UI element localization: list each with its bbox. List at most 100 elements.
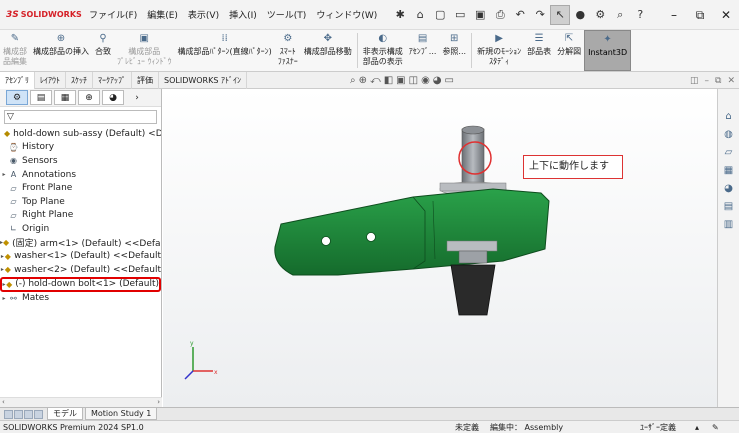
move-component-button[interactable]: ✥ 構成部品移動 [301, 30, 355, 71]
tree-item[interactable]: ▸ ◆ (固定) arm<1> (Default) <<Defau [0, 236, 161, 250]
solidworks-logo[interactable]: 3S SOLIDWORKS [6, 10, 84, 20]
tab-motion-study[interactable]: Motion Study 1 [85, 408, 158, 420]
display-style-icon[interactable]: ◫ [409, 75, 418, 86]
menu-edit[interactable]: 編集(E) [142, 8, 183, 21]
tree-item[interactable]: ▸ ⚯ Mates [0, 292, 161, 306]
tab-sketch[interactable]: ｽｹｯﾁ [66, 71, 93, 89]
previous-view-icon[interactable]: ⤺ [370, 75, 381, 86]
first-tab-icon[interactable] [4, 409, 13, 419]
viewport-restore-icon[interactable]: ◫ [690, 76, 699, 86]
minimize-button[interactable]: – [661, 8, 687, 22]
zoom-area-icon[interactable]: ⊕ [359, 75, 367, 86]
tab-model[interactable]: モデル [47, 408, 83, 420]
new-icon[interactable]: ▢ [430, 5, 450, 25]
tree-item[interactable]: ▸ A Annotations [0, 168, 161, 182]
section-view-icon[interactable]: ◧ [384, 75, 393, 86]
select-icon[interactable]: ↖ [550, 4, 571, 25]
print-icon[interactable]: ⎙ [490, 5, 510, 25]
instant3d-button[interactable]: ✦ Instant3D [584, 30, 632, 71]
tree-item[interactable]: ▸ ◆ washer<1> (Default) <<Default [0, 249, 161, 263]
tree-item[interactable]: ∟ Origin [0, 222, 161, 236]
tree-item[interactable]: ◉ Sensors [0, 154, 161, 168]
configuration-manager-tab-icon[interactable]: ▦ [54, 90, 76, 105]
exploded-view-button[interactable]: ⇱ 分解図 [554, 30, 584, 71]
properties-icon[interactable]: ▤ [722, 199, 736, 213]
display-manager-tab-icon[interactable]: ◕ [102, 90, 124, 105]
arm-part[interactable] [274, 188, 550, 276]
undo-icon[interactable]: ↶ [510, 5, 530, 25]
assembly-features-button[interactable]: ▤ ｱｾﾝﾌﾞ... [406, 30, 440, 71]
appearance-icon[interactable]: ◕ [433, 75, 442, 86]
menu-window[interactable]: ウィンドウ(W) [311, 8, 382, 21]
last-tab-icon[interactable] [34, 409, 43, 419]
home-icon[interactable]: ⌂ [722, 109, 736, 123]
home-icon[interactable]: ⌂ [410, 5, 430, 25]
smart-fasteners-button[interactable]: ⚙ ｽﾏｰﾄ ﾌｧｽﾅｰ [275, 30, 301, 71]
tree-item[interactable]: ▱ Top Plane [0, 195, 161, 209]
tab-addins[interactable]: SOLIDWORKS ｱﾄﾞｲﾝ [159, 71, 247, 89]
close-button[interactable]: ✕ [713, 8, 739, 22]
insert-component-button[interactable]: ⊕ 構成部品の挿入 [30, 30, 92, 71]
options-icon[interactable]: ⚙ [590, 5, 610, 25]
washer-lower[interactable] [446, 240, 498, 252]
zoom-to-fit-icon[interactable]: ⌕ [350, 75, 356, 86]
redo-icon[interactable]: ↷ [530, 5, 550, 25]
tab-evaluate[interactable]: 評価 [132, 71, 159, 89]
mate-button[interactable]: ⚲ 合致 [92, 30, 114, 71]
linear-pattern-button[interactable]: ⁞⁞ 構成部品ﾊﾟﾀｰﾝ(直線ﾊﾟﾀｰﾝ) [175, 30, 275, 71]
tree-root[interactable]: ◆ hold-down sub-assy (Default) <Defa [0, 127, 161, 141]
help-icon[interactable]: ? [630, 5, 650, 25]
bill-of-materials-button[interactable]: ☰ 部品表 [524, 30, 554, 71]
tree-item[interactable]: ⌚ History [0, 141, 161, 155]
panel-expand-icon[interactable]: › [126, 90, 148, 105]
expand-arrow-icon[interactable]: ▸ [0, 295, 8, 302]
status-units[interactable]: ﾕｰｻﾞｰ定義 [640, 422, 676, 433]
horizontal-scrollbar[interactable]: ‹ › [0, 397, 162, 407]
rubber-foot[interactable] [450, 264, 496, 316]
tree-item[interactable]: ▸ ◆ washer<2> (Default) <<Default [0, 263, 161, 277]
tree-item[interactable]: ▱ Right Plane [0, 209, 161, 223]
feature-tree-tab-icon[interactable]: ⚙ [6, 90, 28, 105]
library-icon[interactable]: ▥ [722, 217, 736, 231]
expand-arrow-icon[interactable]: ▸ [0, 171, 8, 178]
graphics-viewport[interactable]: x y [163, 89, 717, 407]
viewport-maximize-icon[interactable]: ⧉ [715, 76, 721, 86]
assembly-model[interactable]: x y [163, 89, 717, 407]
menu-tools[interactable]: ツール(T) [262, 8, 312, 21]
menu-file[interactable]: ファイル(F) [84, 8, 142, 21]
menu-insert[interactable]: 挿入(I) [224, 8, 262, 21]
property-manager-tab-icon[interactable]: ▤ [30, 90, 52, 105]
scroll-right-icon[interactable]: › [157, 398, 160, 407]
view-orientation-icon[interactable]: ▣ [396, 75, 405, 86]
appearances-icon[interactable]: ◕ [722, 181, 736, 195]
tree-item[interactable]: ▱ Front Plane [0, 181, 161, 195]
dimxpert-tab-icon[interactable]: ⊕ [78, 90, 100, 105]
tree-item[interactable]: ▸ ◆ (-) hold-down bolt<1> (Default) [0, 276, 161, 292]
view-palette-icon[interactable]: ▦ [722, 163, 736, 177]
status-arrow-icon[interactable]: ▴ [695, 423, 699, 432]
tab-layout[interactable]: ﾚｲｱｳﾄ [35, 71, 66, 89]
pin-icon[interactable]: ✱ [390, 5, 410, 25]
next-tab-icon[interactable] [24, 409, 33, 419]
tab-markup[interactable]: ﾏｰｸｱｯﾌﾟ [93, 71, 132, 89]
resources-icon[interactable]: ◍ [722, 127, 736, 141]
restore-button[interactable]: ⧉ [687, 8, 713, 23]
menu-view[interactable]: 表示(V) [183, 8, 224, 21]
viewport-close-icon[interactable]: ✕ [727, 76, 735, 86]
tab-assembly[interactable]: ｱｾﾝﾌﾞﾘ [0, 71, 35, 89]
show-hidden-components-button[interactable]: ◐ 非表示構成 部品の表示 [360, 30, 406, 71]
new-motion-study-button[interactable]: ▶ 新規のﾓｰｼｮﾝ ｽﾀﾃﾞｨ [474, 30, 524, 71]
save-icon[interactable]: ▣ [470, 5, 490, 25]
view-settings-icon[interactable]: ▭ [445, 75, 454, 86]
open-icon[interactable]: ▭ [450, 5, 470, 25]
rebuild-icon[interactable]: ● [570, 5, 590, 25]
reference-geometry-button[interactable]: ⊞ 参照... [439, 30, 469, 71]
component-preview-button[interactable]: ▣ 構成部品 ﾌﾟﾚﾋﾞｭｰ ｳｨﾝﾄﾞｳ [114, 30, 175, 71]
viewport-minimize-icon[interactable]: – [705, 76, 710, 86]
search-icon[interactable]: ⌕ [610, 5, 630, 25]
hide-show-icon[interactable]: ◉ [421, 75, 430, 86]
folder-icon[interactable]: ▱ [722, 145, 736, 159]
prev-tab-icon[interactable] [14, 409, 23, 419]
status-notification-icon[interactable]: ✎ [712, 423, 719, 432]
edit-component-button[interactable]: ✎ 構成部 品編集 [0, 30, 30, 71]
